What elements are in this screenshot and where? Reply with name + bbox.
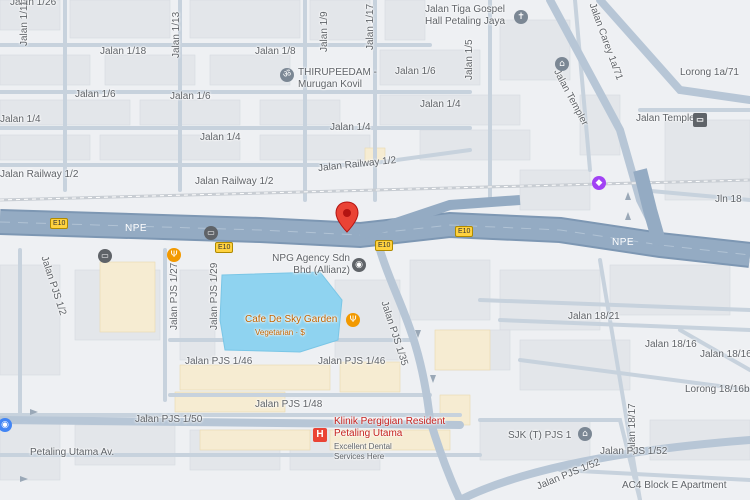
highway-label-npe-2: NPE <box>612 237 635 248</box>
street-label: Lorong 1a/71 <box>680 67 739 78</box>
route-shield-e10: E10 <box>215 242 234 253</box>
restaurant-icon[interactable]: Ψ <box>346 313 360 327</box>
hospital-icon[interactable]: H <box>313 428 327 442</box>
street-label: Jalan PJS 1/46 <box>185 356 253 367</box>
school-icon[interactable]: ⌂ <box>555 57 569 71</box>
poi-temple[interactable]: THIRUPEEDAM - Murugan Kovil <box>298 67 378 91</box>
bus-stop-icon[interactable]: ▭ <box>204 226 218 240</box>
poi-apartment[interactable]: AC4 Block E Apartment <box>622 480 727 492</box>
street-label: Jalan 1/4 <box>330 122 371 133</box>
street-label: Jalan 1/26 <box>10 0 57 8</box>
school-icon[interactable]: ⌂ <box>578 427 592 441</box>
street-label: Jalan 1/18 <box>100 46 147 57</box>
street-label: Jalan 18/16 <box>645 339 697 350</box>
poi-school[interactable]: SJK (T) PJS 1 <box>508 430 571 442</box>
poi-cafe[interactable]: Cafe De Sky Garden <box>245 314 337 326</box>
street-label: Jalan 1/4 <box>420 99 461 110</box>
street-label: Petaling Utama Av. <box>30 447 115 458</box>
shopping-icon[interactable]: ◆ <box>592 176 606 190</box>
street-label: Jalan PJS 1/50 <box>135 414 203 425</box>
temple-icon[interactable]: ॐ <box>280 68 294 82</box>
route-shield-e10: E10 <box>455 226 474 237</box>
street-label: Jalan 18/16b <box>700 349 750 360</box>
street-label: Jalan PJS 1/48 <box>255 399 323 410</box>
poi-agency[interactable]: NPG Agency Sdn Bhd (Allianz) <box>258 253 350 277</box>
street-label: Jalan 1/8 <box>255 46 296 57</box>
highway-label-npe: NPE <box>125 223 148 234</box>
street-label: Jalan 1/11 <box>19 0 30 46</box>
street-label: Jalan 18/21 <box>568 311 620 322</box>
poi-cafe-sub: Vegetarian · $ <box>255 328 305 337</box>
poi-clinic-sub: Excellent Dental Services Here <box>334 442 392 461</box>
church-icon[interactable]: ✝ <box>514 10 528 24</box>
lake <box>219 271 343 353</box>
route-shield-e10: E10 <box>375 240 394 251</box>
bus-stop-icon[interactable]: ▭ <box>693 113 707 127</box>
street-label: Jalan Railway 1/2 <box>195 176 274 187</box>
street-label: Jalan 1/13 <box>171 11 182 58</box>
street-label: Jalan 1/9 <box>319 11 330 52</box>
street-label: Jln 18 <box>715 194 742 205</box>
street-label: Lorong 18/16b <box>685 384 750 395</box>
street-label: Jalan PJS 1/52 <box>600 446 668 457</box>
poi-clinic[interactable]: Klinik Pergigian Resident Petaling Utama <box>334 416 474 440</box>
street-label: Jalan PJS 1/29 <box>209 262 220 330</box>
street-label: Jalan 1/17 <box>365 3 376 50</box>
street-label: Jalan Templer <box>636 113 699 124</box>
street-label: Jalan PJS 1/27 <box>169 262 180 330</box>
street-label: Jalan 1/6 <box>75 89 116 100</box>
street-label: Jalan 1/6 <box>395 66 436 77</box>
poi-church[interactable]: Jalan Tiga Gospel Hall Petaling Jaya <box>420 4 510 28</box>
street-label: Jalan PJS 1/46 <box>318 356 386 367</box>
route-shield-e10: E10 <box>50 218 69 229</box>
info-icon[interactable]: ◉ <box>352 258 366 272</box>
street-label: Jalan 1/4 <box>200 132 241 143</box>
street-label: Jalan 1/6 <box>170 91 211 102</box>
bus-stop-icon[interactable]: ▭ <box>98 249 112 263</box>
restaurant-icon[interactable]: Ψ <box>167 248 181 262</box>
location-pin-icon[interactable] <box>335 201 359 233</box>
street-label: Jalan 1/4 <box>0 114 41 125</box>
street-label: Jalan 1/5 <box>464 39 475 80</box>
street-label: Jalan Railway 1/2 <box>0 169 79 180</box>
